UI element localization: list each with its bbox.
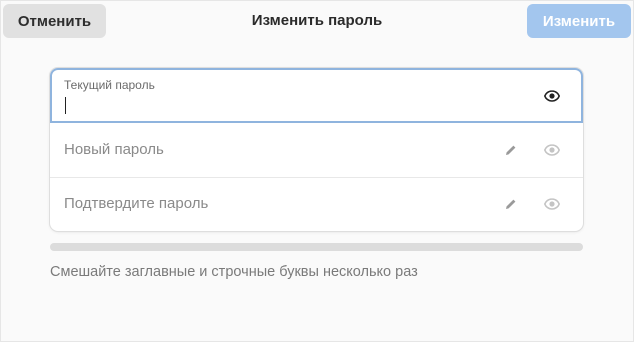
confirm-password-field[interactable]: Подтвердите пароль (50, 177, 583, 231)
pencil-icon[interactable] (503, 141, 519, 159)
text-cursor (65, 97, 66, 114)
password-fields-card: Текущий пароль Новый пароль Подтвердите … (50, 68, 583, 231)
new-password-placeholder: Новый пароль (64, 141, 164, 158)
change-password-dialog: Отменить Изменить пароль Изменить Текущи… (0, 0, 634, 342)
eye-icon[interactable] (542, 87, 562, 105)
new-password-field[interactable]: Новый пароль (50, 123, 583, 178)
eye-icon[interactable] (542, 195, 562, 213)
change-button[interactable]: Изменить (527, 4, 631, 38)
header-bar: Отменить Изменить пароль Изменить (0, 0, 634, 42)
pencil-icon[interactable] (503, 195, 519, 213)
current-password-field[interactable]: Текущий пароль (50, 68, 583, 123)
confirm-password-placeholder: Подтвердите пароль (64, 195, 209, 212)
eye-icon[interactable] (542, 141, 562, 159)
password-hint: Смешайте заглавные и строчные буквы неск… (50, 264, 418, 280)
password-strength-bar (50, 243, 583, 251)
current-password-label: Текущий пароль (64, 78, 155, 92)
